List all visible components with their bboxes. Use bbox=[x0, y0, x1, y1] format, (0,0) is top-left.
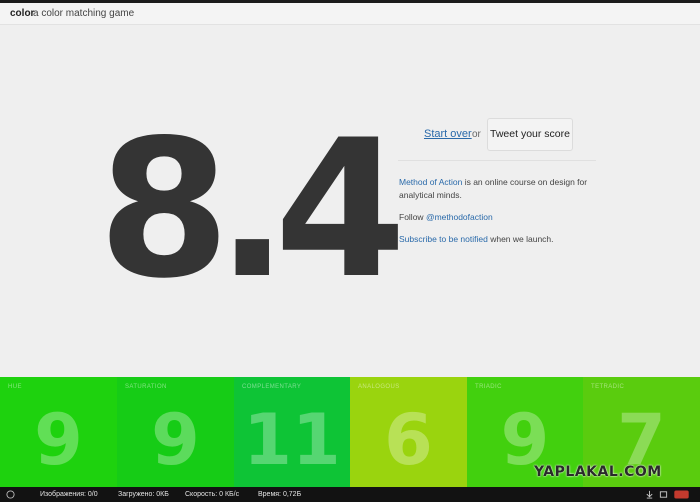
score-actions: Start over or Tweet your score bbox=[398, 118, 598, 152]
subscribe-link[interactable]: Subscribe to be notified bbox=[399, 234, 488, 244]
start-over-link[interactable]: Start over bbox=[424, 128, 472, 140]
brand-logo[interactable]: color bbox=[10, 8, 34, 19]
tile-value: 11 bbox=[243, 399, 341, 481]
twitter-handle-link[interactable]: @methodofaction bbox=[426, 212, 493, 222]
course-description: Method of Action is an online course on … bbox=[399, 176, 599, 202]
tile-label: ANALOGOUS bbox=[358, 384, 400, 390]
info-panel: Method of Action is an online course on … bbox=[399, 176, 599, 255]
tile-saturation: SATURATION 9 bbox=[117, 377, 234, 487]
tweet-score-button[interactable]: Tweet your score bbox=[487, 118, 573, 151]
tile-hue: HUE 9 bbox=[0, 377, 117, 487]
tile-label: TRIADIC bbox=[475, 384, 502, 390]
tile-label: TETRADIC bbox=[591, 384, 625, 390]
tile-analogous: ANALOGOUS 6 bbox=[350, 377, 467, 487]
status-time: Время: 0,72Б bbox=[258, 491, 302, 498]
status-download-icon[interactable] bbox=[645, 490, 654, 499]
tile-label: HUE bbox=[8, 384, 22, 390]
tile-label: SATURATION bbox=[125, 384, 167, 390]
follow-line: Follow @methodofaction bbox=[399, 211, 599, 224]
status-speed: Скорость: 0 КБ/с bbox=[185, 491, 240, 498]
watermark: YAPLAKAL.COM bbox=[534, 464, 662, 480]
status-globe-icon bbox=[6, 490, 15, 499]
follow-prefix: Follow bbox=[399, 212, 426, 222]
tile-value: 9 bbox=[34, 399, 83, 481]
tile-value: 6 bbox=[384, 399, 433, 481]
tagline: a color matching game bbox=[33, 8, 135, 19]
status-badge-icon[interactable] bbox=[673, 490, 690, 499]
subscribe-suffix: when we launch. bbox=[487, 234, 554, 244]
score-display: 8.4 bbox=[98, 99, 407, 320]
divider bbox=[398, 160, 596, 161]
tile-complementary: COMPLEMENTARY 11 bbox=[234, 377, 350, 487]
status-loaded: Загружено: 0КБ bbox=[118, 491, 169, 498]
tile-value: 9 bbox=[151, 399, 200, 481]
status-images: Изображения: 0/0 bbox=[40, 491, 98, 498]
page-header: color a color matching game bbox=[0, 3, 700, 25]
tile-label: COMPLEMENTARY bbox=[242, 384, 302, 390]
status-window-icon[interactable] bbox=[659, 490, 668, 499]
browser-status-bar: Изображения: 0/0 Загружено: 0КБ Скорость… bbox=[0, 487, 700, 502]
method-of-action-link[interactable]: Method of Action bbox=[399, 177, 462, 187]
subscribe-line: Subscribe to be notified when we launch. bbox=[399, 233, 599, 246]
or-text: or bbox=[472, 129, 481, 140]
